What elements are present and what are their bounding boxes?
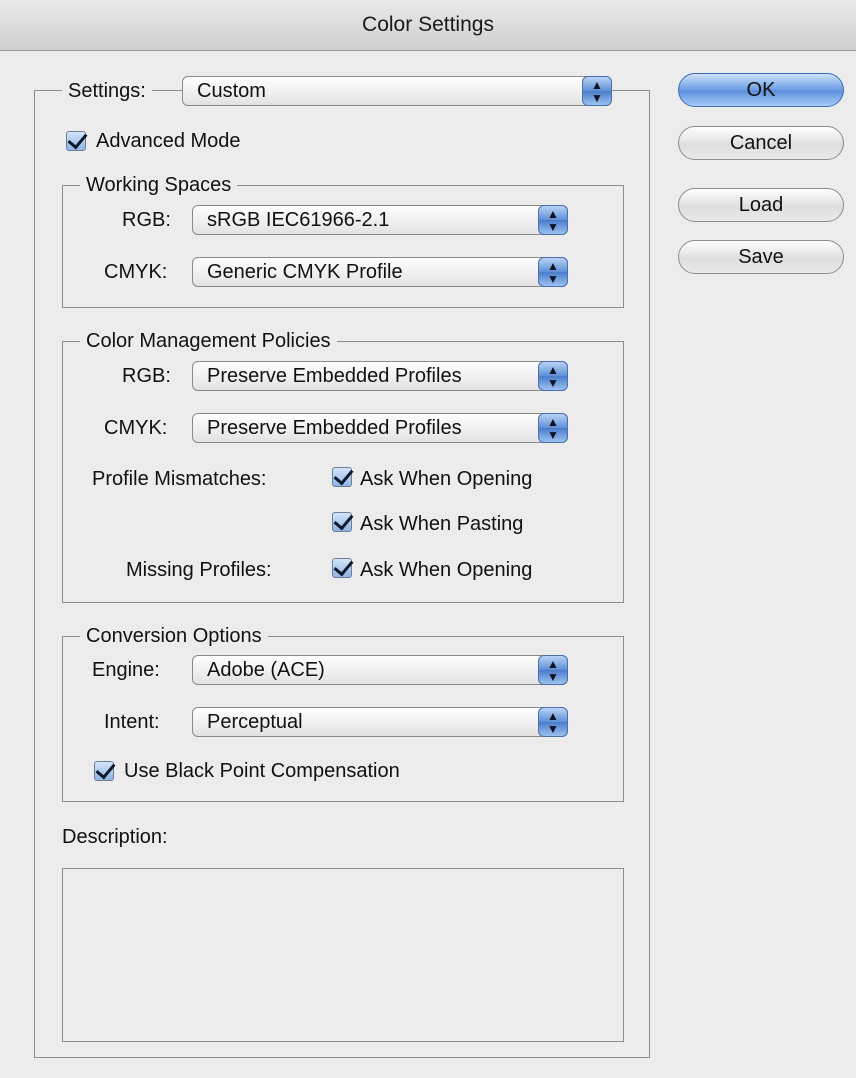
description-box bbox=[62, 868, 624, 1042]
missing-ask-opening-label: Ask When Opening bbox=[360, 559, 533, 581]
conversion-title: Conversion Options bbox=[80, 624, 268, 648]
pol-rgb-value: Preserve Embedded Profiles bbox=[207, 365, 462, 387]
ask-opening-checkbox[interactable] bbox=[332, 467, 352, 487]
black-point-checkbox[interactable] bbox=[94, 761, 114, 781]
missing-profiles-label: Missing Profiles: bbox=[126, 559, 272, 581]
intent-label: Intent: bbox=[104, 711, 160, 733]
policies-title: Color Management Policies bbox=[80, 329, 337, 353]
settings-value: Custom bbox=[197, 80, 266, 102]
popup-arrows-icon: ▲ ▼ bbox=[538, 655, 568, 685]
popup-arrows-icon: ▲ ▼ bbox=[538, 707, 568, 737]
ws-rgb-value: sRGB IEC61966-2.1 bbox=[207, 209, 390, 231]
ws-cmyk-value: Generic CMYK Profile bbox=[207, 261, 403, 283]
settings-label: Settings: bbox=[62, 79, 152, 103]
settings-popup[interactable]: Custom ▲ ▼ bbox=[182, 76, 612, 106]
engine-label: Engine: bbox=[92, 659, 160, 681]
pol-cmyk-popup[interactable]: Preserve Embedded Profiles ▲ ▼ bbox=[192, 413, 568, 443]
ask-pasting-label: Ask When Pasting bbox=[360, 513, 524, 535]
intent-popup[interactable]: Perceptual ▲ ▼ bbox=[192, 707, 568, 737]
ok-button[interactable]: OK bbox=[678, 73, 844, 107]
popup-arrows-icon: ▲ ▼ bbox=[538, 257, 568, 287]
ask-pasting-checkbox[interactable] bbox=[332, 512, 352, 532]
load-button[interactable]: Load bbox=[678, 188, 844, 222]
pol-cmyk-value: Preserve Embedded Profiles bbox=[207, 417, 462, 439]
cancel-button[interactable]: Cancel bbox=[678, 126, 844, 160]
intent-value: Perceptual bbox=[207, 711, 303, 733]
engine-value: Adobe (ACE) bbox=[207, 659, 325, 681]
ws-cmyk-popup[interactable]: Generic CMYK Profile ▲ ▼ bbox=[192, 257, 568, 287]
popup-arrows-icon: ▲ ▼ bbox=[538, 205, 568, 235]
popup-arrows-icon: ▲ ▼ bbox=[582, 76, 612, 106]
engine-popup[interactable]: Adobe (ACE) ▲ ▼ bbox=[192, 655, 568, 685]
popup-arrows-icon: ▲ ▼ bbox=[538, 361, 568, 391]
profile-mismatches-label: Profile Mismatches: bbox=[92, 468, 267, 490]
advanced-mode-label: Advanced Mode bbox=[96, 130, 241, 152]
pol-rgb-label: RGB: bbox=[122, 365, 171, 387]
save-button[interactable]: Save bbox=[678, 240, 844, 274]
ws-cmyk-label: CMYK: bbox=[104, 261, 168, 283]
advanced-mode-checkbox[interactable] bbox=[66, 131, 86, 151]
ws-rgb-label: RGB: bbox=[122, 209, 171, 231]
description-label: Description: bbox=[62, 826, 168, 848]
pol-cmyk-label: CMYK: bbox=[104, 417, 168, 439]
ws-rgb-popup[interactable]: sRGB IEC61966-2.1 ▲ ▼ bbox=[192, 205, 568, 235]
working-spaces-group bbox=[62, 185, 624, 308]
working-spaces-title: Working Spaces bbox=[80, 173, 238, 197]
missing-ask-opening-checkbox[interactable] bbox=[332, 558, 352, 578]
window-title: Color Settings bbox=[0, 0, 856, 51]
pol-rgb-popup[interactable]: Preserve Embedded Profiles ▲ ▼ bbox=[192, 361, 568, 391]
popup-arrows-icon: ▲ ▼ bbox=[538, 413, 568, 443]
black-point-label: Use Black Point Compensation bbox=[124, 760, 400, 782]
ask-opening-label: Ask When Opening bbox=[360, 468, 533, 490]
